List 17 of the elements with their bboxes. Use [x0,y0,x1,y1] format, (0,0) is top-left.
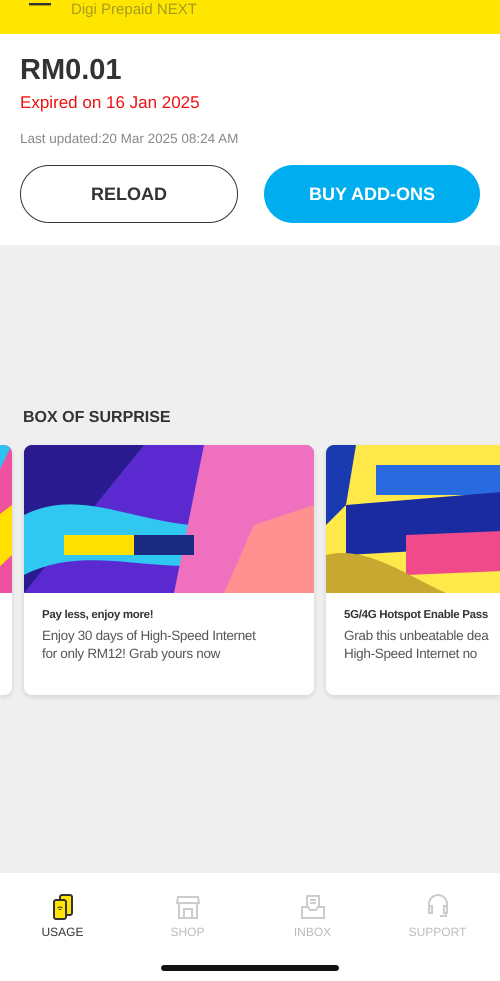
menu-icon[interactable] [29,0,53,8]
promo-card[interactable]: Pay less, enjoy more! Enjoy 30 days of High-Speed Internet for only RM12! Grab yours now [24,445,314,695]
last-updated: Last updated:20 Mar 2025 08:24 AM [20,131,240,146]
card-title: Pay less, enjoy more! [42,609,154,621]
reload-button[interactable]: RELOAD [20,165,238,223]
plan-name: Digi Prepaid NEXT [71,1,197,18]
card-description: Enjoy 30 days of High-Speed Internet for only RM12! Grab yours now [42,627,257,663]
expiry-date: Expired on 16 Jan 2025 [20,93,201,113]
card-title: 5G/4G Hotspot Enable Pass [344,609,489,621]
promo-card[interactable]: 5G/4G Hotspot Enable Pass Grab this unbeatable dea High-Speed Internet no [326,445,500,695]
promo-card[interactable] [0,445,12,695]
nav-tab[interactable]: USAGE [0,873,125,981]
storefront-icon [174,893,202,921]
section-title: BOX OF SURPRISE [23,409,172,427]
balance-amount: RM0.01 [20,54,123,87]
inbox-icon [298,893,326,921]
card-description: Grab this unbeatable dea High-Speed Internet no [344,627,490,663]
